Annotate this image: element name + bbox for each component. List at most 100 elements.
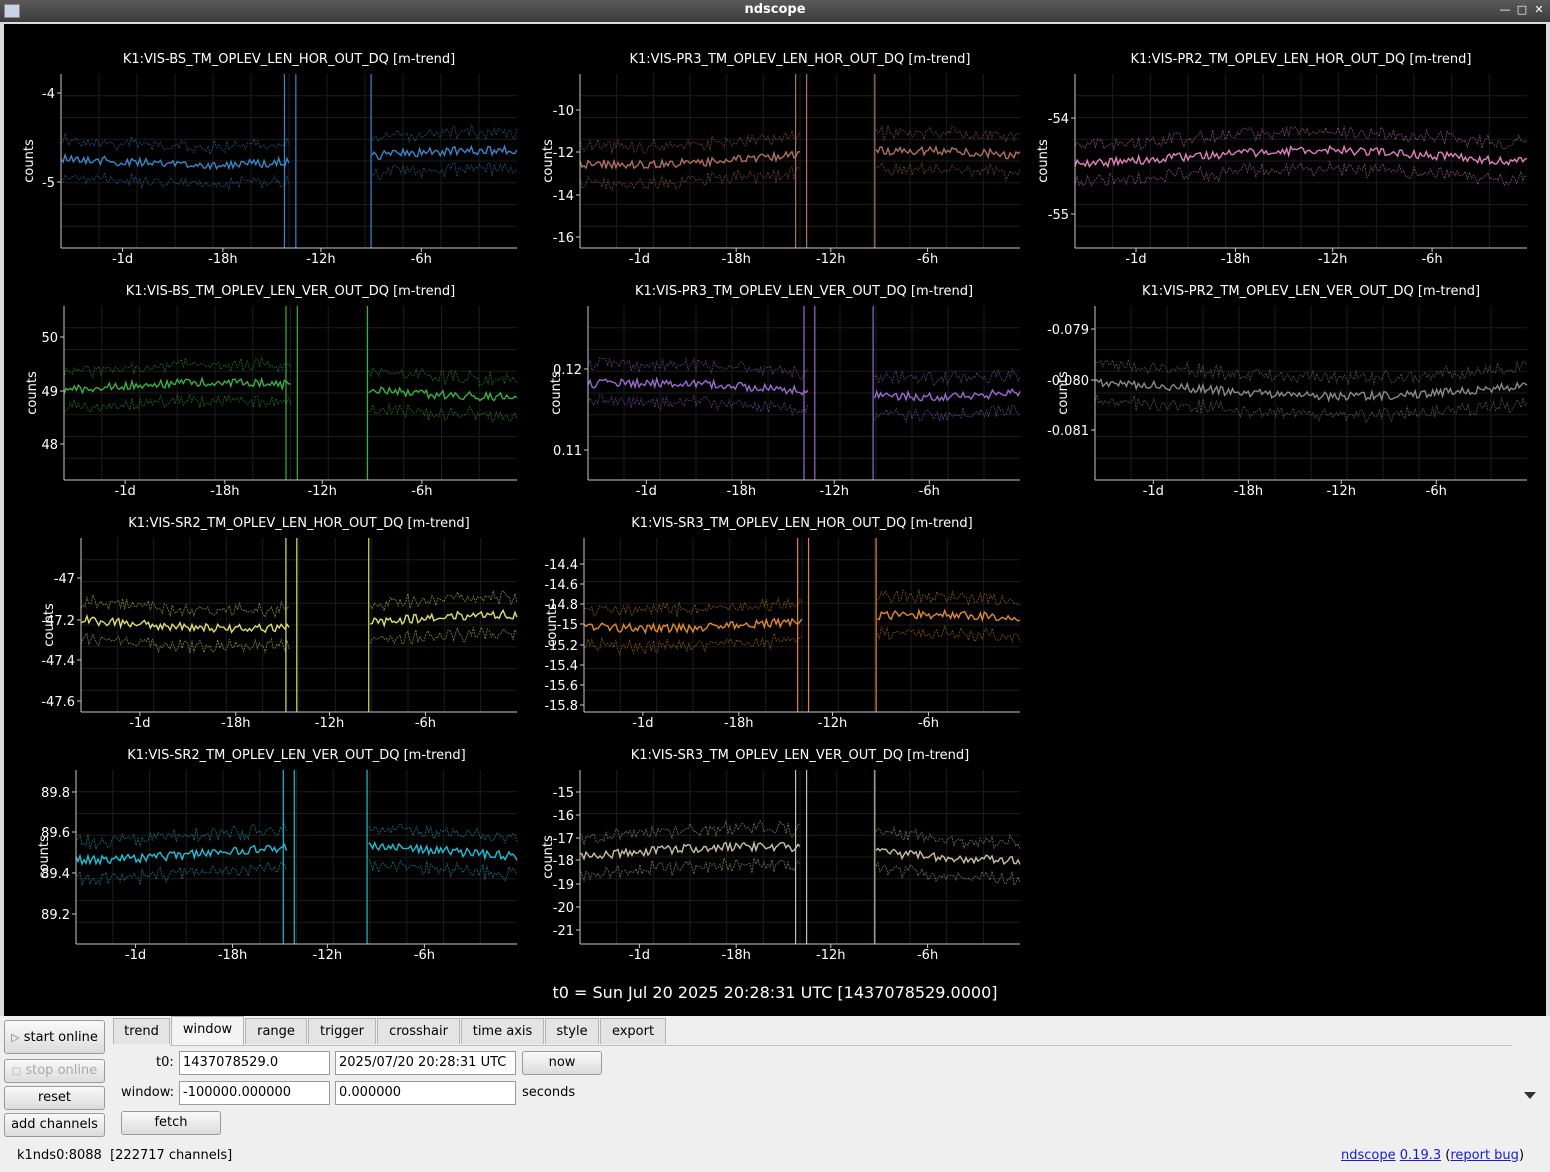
window-start-field[interactable]: -100000.000000: [179, 1081, 330, 1105]
plot-9[interactable]: K1:VIS-SR2_TM_OPLEV_LEN_VER_OUT_DQ [m-tr…: [37, 748, 518, 963]
y-tick-label: -21: [553, 924, 574, 939]
x-tick-label: -1d: [115, 484, 136, 499]
plot-1[interactable]: K1:VIS-BS_TM_OPLEV_LEN_HOR_OUT_DQ [m-tre…: [22, 52, 518, 267]
x-tick-label: -12h: [307, 484, 336, 499]
plot-4[interactable]: K1:VIS-BS_TM_OPLEV_LEN_VER_OUT_DQ [m-tre…: [25, 284, 518, 499]
y-tick-label: -15.4: [544, 659, 578, 674]
x-tick-label: -6h: [411, 252, 432, 267]
plot-title: K1:VIS-SR2_TM_OPLEV_LEN_VER_OUT_DQ [m-tr…: [127, 748, 466, 763]
channel-count: [222717 channels]: [110, 1148, 233, 1163]
x-tick-label: -1d: [1143, 484, 1164, 499]
plot-title: K1:VIS-SR3_TM_OPLEV_LEN_HOR_OUT_DQ [m-tr…: [631, 516, 972, 531]
y-tick-label: -19: [553, 878, 574, 893]
plot-5[interactable]: K1:VIS-PR3_TM_OPLEV_LEN_VER_OUT_DQ [m-tr…: [549, 284, 1021, 499]
x-tick-label: -6h: [1426, 484, 1447, 499]
x-tick-label: -18h: [721, 252, 750, 267]
y-tick-label: -18: [553, 854, 574, 869]
window-label: window:: [121, 1085, 174, 1100]
t0-gps-field[interactable]: 1437078529.0: [179, 1051, 330, 1075]
x-tick-label: -1d: [636, 484, 657, 499]
x-tick-label: -1d: [112, 252, 133, 267]
tab-range[interactable]: range: [245, 1018, 307, 1044]
plot-title: K1:VIS-PR3_TM_OPLEV_LEN_HOR_OUT_DQ [m-tr…: [630, 52, 971, 67]
stop-online-button[interactable]: □ stop online: [4, 1059, 105, 1083]
plot-7[interactable]: K1:VIS-SR2_TM_OPLEV_LEN_HOR_OUT_DQ [m-tr…: [41, 516, 518, 731]
y-tick-label: -14: [553, 189, 574, 204]
window-titlebar[interactable]: ndscope — □ ✕: [0, 0, 1550, 22]
x-tick-label: -18h: [221, 716, 250, 731]
window-end-field[interactable]: 0.000000: [335, 1081, 516, 1105]
y-tick-label: -14.6: [544, 578, 578, 593]
tab-window[interactable]: window: [171, 1016, 244, 1046]
plot-title: K1:VIS-PR3_TM_OPLEV_LEN_VER_OUT_DQ [m-tr…: [635, 284, 973, 299]
plot-title: K1:VIS-BS_TM_OPLEV_LEN_VER_OUT_DQ [m-tre…: [126, 284, 455, 299]
y-tick-label: -10: [553, 104, 574, 119]
tab-time-axis[interactable]: time axis: [461, 1018, 544, 1044]
x-tick-label: -18h: [1234, 484, 1263, 499]
y-tick-label: -47.6: [41, 695, 75, 710]
fetch-button[interactable]: fetch: [121, 1111, 221, 1135]
tab-export[interactable]: export: [600, 1018, 666, 1044]
y-axis-label: counts: [22, 139, 37, 183]
maximize-icon[interactable]: □: [1515, 3, 1529, 17]
report-bug-link[interactable]: report bug: [1450, 1148, 1519, 1163]
seconds-label: seconds: [522, 1085, 576, 1100]
status-server: k1nds0:8088 [222717 channels]: [17, 1148, 232, 1163]
plot-title: K1:VIS-BS_TM_OPLEV_LEN_HOR_OUT_DQ [m-tre…: [123, 52, 455, 67]
plot-10[interactable]: K1:VIS-SR3_TM_OPLEV_LEN_VER_OUT_DQ [m-tr…: [541, 748, 1021, 963]
plot-title: K1:VIS-PR2_TM_OPLEV_LEN_VER_OUT_DQ [m-tr…: [1142, 284, 1480, 299]
y-tick-label: -16: [553, 231, 574, 246]
x-tick-label: -6h: [919, 484, 940, 499]
stop-icon: □: [11, 1066, 22, 1077]
t0-label: t0:: [156, 1055, 174, 1070]
y-tick-label: -5: [42, 176, 55, 191]
plot-title: K1:VIS-PR2_TM_OPLEV_LEN_HOR_OUT_DQ [m-tr…: [1131, 52, 1472, 67]
close-icon[interactable]: ✕: [1532, 3, 1546, 17]
y-tick-label: -0.079: [1047, 323, 1089, 338]
plot-area[interactable]: K1:VIS-BS_TM_OPLEV_LEN_HOR_OUT_DQ [m-tre…: [4, 24, 1546, 1016]
tab-trend[interactable]: trend: [113, 1018, 170, 1044]
x-tick-label: -12h: [1326, 484, 1355, 499]
x-tick-label: -6h: [415, 716, 436, 731]
tab-crosshair[interactable]: crosshair: [377, 1018, 460, 1044]
x-tick-label: -12h: [818, 716, 847, 731]
add-channels-button[interactable]: add channels: [4, 1113, 105, 1137]
version-link[interactable]: 0.19.3: [1400, 1148, 1441, 1163]
plot-8[interactable]: K1:VIS-SR3_TM_OPLEV_LEN_HOR_OUT_DQ [m-tr…: [544, 516, 1021, 731]
y-tick-label: 89.8: [41, 786, 70, 801]
plot-6[interactable]: K1:VIS-PR2_TM_OPLEV_LEN_VER_OUT_DQ [m-tr…: [1047, 284, 1528, 499]
start-online-button[interactable]: ▷ start online: [4, 1020, 105, 1054]
y-tick-label: -47.4: [41, 654, 75, 669]
y-tick-label: -4: [42, 87, 55, 102]
y-tick-label: -0.081: [1047, 424, 1089, 439]
y-tick-label: -14.4: [544, 558, 578, 573]
x-tick-label: -18h: [210, 484, 239, 499]
expand-down-icon[interactable]: [1524, 1092, 1536, 1099]
x-tick-label: -18h: [218, 948, 247, 963]
plots-canvas[interactable]: K1:VIS-BS_TM_OPLEV_LEN_HOR_OUT_DQ [m-tre…: [4, 24, 1546, 1016]
y-tick-label: -0.080: [1047, 374, 1089, 389]
y-tick-label: -15.8: [544, 699, 578, 714]
y-tick-label: -20: [553, 901, 574, 916]
y-tick-label: 89.6: [41, 826, 70, 841]
start-online-label: start online: [23, 1030, 98, 1045]
plot-3[interactable]: K1:VIS-PR2_TM_OPLEV_LEN_HOR_OUT_DQ [m-tr…: [1036, 52, 1528, 267]
x-tick-label: -18h: [208, 252, 237, 267]
y-tick-label: -15: [553, 786, 574, 801]
tab-trigger[interactable]: trigger: [308, 1018, 376, 1044]
t0-utc-field[interactable]: 2025/07/20 20:28:31 UTC: [335, 1051, 516, 1075]
y-tick-label: -15: [557, 618, 578, 633]
plot-2[interactable]: K1:VIS-PR3_TM_OPLEV_LEN_HOR_OUT_DQ [m-tr…: [541, 52, 1021, 267]
tab-style[interactable]: style: [545, 1018, 599, 1044]
x-tick-label: -1d: [125, 948, 146, 963]
ndscope-link[interactable]: ndscope: [1341, 1148, 1396, 1163]
reset-button[interactable]: reset: [4, 1086, 105, 1110]
now-button[interactable]: now: [522, 1051, 602, 1075]
minimize-icon[interactable]: —: [1498, 3, 1512, 17]
plot-title: K1:VIS-SR3_TM_OPLEV_LEN_VER_OUT_DQ [m-tr…: [631, 748, 970, 763]
x-tick-label: -1d: [632, 716, 653, 731]
t0-readout: t0 = Sun Jul 20 2025 20:28:31 UTC [14370…: [552, 983, 997, 1002]
x-tick-label: -18h: [724, 716, 753, 731]
x-tick-label: -12h: [819, 484, 848, 499]
y-tick-label: -14.8: [544, 598, 578, 613]
